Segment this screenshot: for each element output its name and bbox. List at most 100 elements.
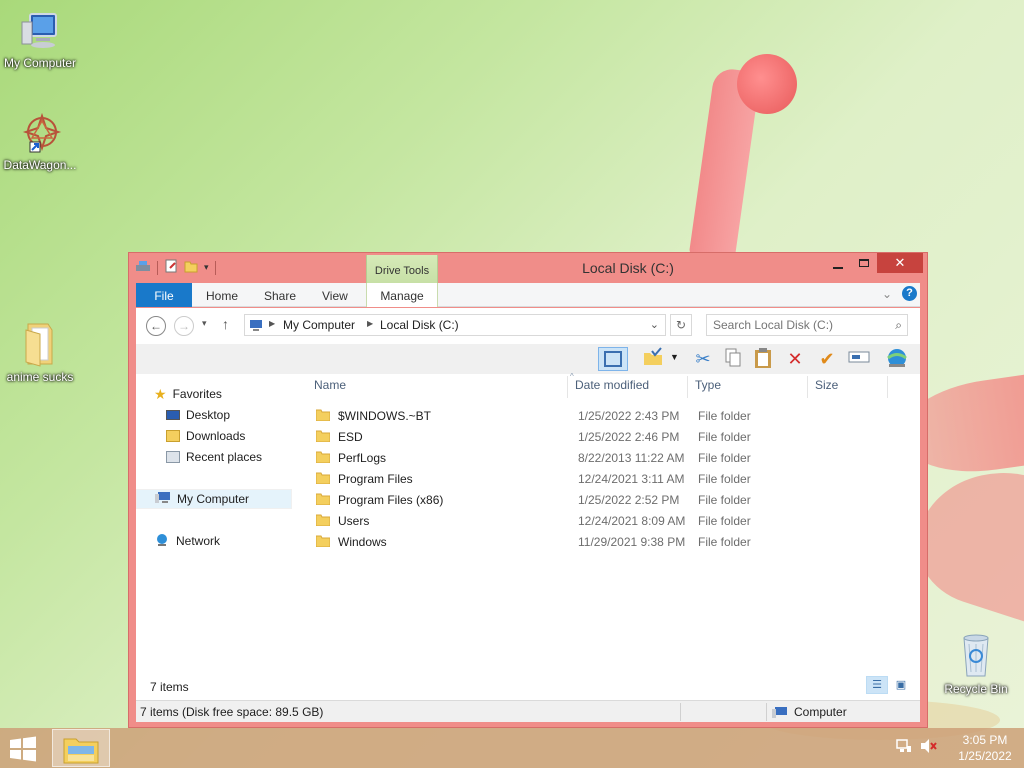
- cut-button[interactable]: ✂: [690, 347, 716, 371]
- apply-button[interactable]: ✔: [814, 347, 840, 371]
- checkmark-icon: ✔: [819, 349, 835, 369]
- table-row[interactable]: Users 12/24/2021 8:09 AM File folder: [312, 511, 912, 532]
- close-button[interactable]: ✕: [877, 253, 923, 273]
- search-input[interactable]: [707, 315, 877, 335]
- forward-button[interactable]: →: [174, 316, 194, 336]
- column-separator[interactable]: [887, 376, 888, 398]
- item-count: 7 items: [150, 680, 189, 694]
- column-separator[interactable]: [807, 376, 808, 398]
- network-icon: [154, 533, 170, 550]
- search-box[interactable]: ⌕: [706, 314, 908, 336]
- table-row[interactable]: ESD 1/25/2022 2:46 PM File folder: [312, 427, 912, 448]
- column-header-date-modified[interactable]: Date modified: [575, 378, 649, 392]
- window-title: Local Disk (C:): [582, 260, 674, 276]
- taskbar-file-explorer[interactable]: [52, 729, 110, 767]
- select-button[interactable]: [640, 347, 666, 371]
- downloads-icon: [166, 430, 180, 442]
- clock-time: 3:05 PM: [962, 733, 1008, 747]
- recent-locations-icon[interactable]: ▾: [202, 318, 207, 329]
- refresh-button[interactable]: ↻: [670, 314, 692, 336]
- nav-my-computer[interactable]: My Computer: [136, 489, 292, 509]
- file-name: Program Files: [338, 472, 413, 486]
- table-row[interactable]: Windows 11/29/2021 9:38 PM File folder: [312, 532, 912, 553]
- table-row[interactable]: Program Files (x86) 1/25/2022 2:52 PM Fi…: [312, 490, 912, 511]
- nav-downloads[interactable]: Downloads: [166, 426, 245, 446]
- tab-file[interactable]: File: [136, 283, 192, 307]
- rename-icon: [848, 351, 870, 363]
- column-separator[interactable]: [567, 376, 568, 398]
- volume-muted-icon[interactable]: [920, 738, 938, 757]
- up-arrow-icon[interactable]: ↑: [222, 316, 229, 332]
- minimize-button[interactable]: [825, 257, 851, 277]
- paste-button[interactable]: [750, 347, 776, 371]
- table-row[interactable]: PerfLogs 8/22/2013 11:22 AM File folder: [312, 448, 912, 469]
- folder-icon: [25, 323, 53, 367]
- desktop-icon-datawagon[interactable]: DataWagon...: [0, 112, 80, 172]
- sort-ascending-icon: ^: [570, 372, 574, 381]
- desktop-icon-my-computer[interactable]: My Computer: [0, 10, 80, 70]
- nav-label: Recent places: [186, 450, 263, 464]
- status-bar: 7 items (Disk free space: 89.5 GB) Compu…: [136, 700, 920, 722]
- title-bar[interactable]: ▾ Drive Tools Local Disk (C:) ✕: [129, 253, 927, 283]
- tab-home[interactable]: Home: [206, 283, 238, 307]
- file-explorer-icon: [63, 738, 99, 764]
- desktop-icon-label: DataWagon...: [3, 158, 77, 172]
- tab-manage[interactable]: Manage: [366, 283, 438, 307]
- maximize-button[interactable]: [851, 255, 877, 275]
- clock[interactable]: 3:05 PM 1/25/2022: [950, 732, 1020, 764]
- table-row[interactable]: Program Files 12/24/2021 3:11 AM File fo…: [312, 469, 912, 490]
- select-dropdown-icon[interactable]: ▼: [670, 352, 679, 362]
- start-button[interactable]: [8, 736, 38, 762]
- back-button[interactable]: ←: [146, 316, 166, 336]
- recent-places-icon: [166, 451, 180, 463]
- file-type: File folder: [698, 430, 751, 444]
- nav-network[interactable]: Network: [154, 531, 220, 551]
- large-icons-view-button[interactable]: ▣: [890, 676, 912, 694]
- file-name: Windows: [338, 535, 387, 549]
- status-location-label: Computer: [794, 705, 847, 719]
- column-header-size[interactable]: Size: [815, 378, 838, 392]
- address-dropdown-icon[interactable]: ⌄: [650, 318, 659, 331]
- status-divider: [766, 703, 767, 721]
- network-tray-icon[interactable]: [896, 738, 912, 757]
- file-date: 1/25/2022 2:52 PM: [578, 493, 680, 507]
- computer-small-icon: [772, 706, 787, 718]
- breadcrumb-separator-icon: ▶: [367, 319, 374, 328]
- breadcrumb-local-disk[interactable]: Local Disk (C:): [380, 318, 459, 332]
- column-separator[interactable]: [687, 376, 688, 398]
- file-name: PerfLogs: [338, 451, 387, 465]
- breadcrumb-my-computer[interactable]: My Computer: [283, 318, 355, 332]
- checkbox-folder-icon: [644, 347, 662, 365]
- details-view-button[interactable]: ☰: [866, 676, 888, 694]
- copy-button[interactable]: [720, 347, 746, 371]
- desktop-icon-label: My Computer: [3, 56, 77, 70]
- rename-button[interactable]: [846, 347, 872, 371]
- nav-desktop[interactable]: Desktop: [166, 405, 230, 425]
- windows-logo-icon: [10, 736, 36, 762]
- file-type: File folder: [698, 493, 751, 507]
- nav-label: Network: [176, 534, 221, 548]
- datawagon-logo-icon: [22, 112, 62, 153]
- table-row[interactable]: $WINDOWS.~BT 1/25/2022 2:43 PM File fold…: [312, 406, 912, 427]
- column-header-name[interactable]: Name: [314, 378, 346, 392]
- preview-pane-icon: [604, 351, 622, 367]
- status-divider: [680, 703, 681, 721]
- expand-ribbon-icon[interactable]: ⌄: [882, 287, 892, 301]
- nav-recent-places[interactable]: Recent places: [166, 447, 262, 467]
- preview-pane-button[interactable]: [598, 347, 628, 371]
- network-globe-button[interactable]: [884, 347, 910, 371]
- help-icon[interactable]: ?: [902, 286, 917, 301]
- desktop-icon-anime-sucks[interactable]: anime sucks: [0, 318, 80, 384]
- desktop-icon-recycle-bin[interactable]: Recycle Bin: [936, 630, 1016, 696]
- delete-button[interactable]: ✕: [782, 347, 808, 371]
- desktop-icon-label: Recycle Bin: [944, 682, 1008, 696]
- file-date: 1/25/2022 2:43 PM: [578, 409, 680, 423]
- file-date: 11/29/2021 9:38 PM: [578, 535, 686, 549]
- address-field[interactable]: ▶ My Computer ▶ Local Disk (C:) ⌄: [244, 314, 666, 336]
- status-location: Computer: [772, 705, 847, 719]
- tab-share[interactable]: Share: [264, 283, 296, 307]
- nav-favorites[interactable]: ★ Favorites: [154, 384, 222, 404]
- nav-label: Desktop: [186, 408, 231, 422]
- column-header-type[interactable]: Type: [695, 378, 721, 392]
- tab-view[interactable]: View: [322, 283, 348, 307]
